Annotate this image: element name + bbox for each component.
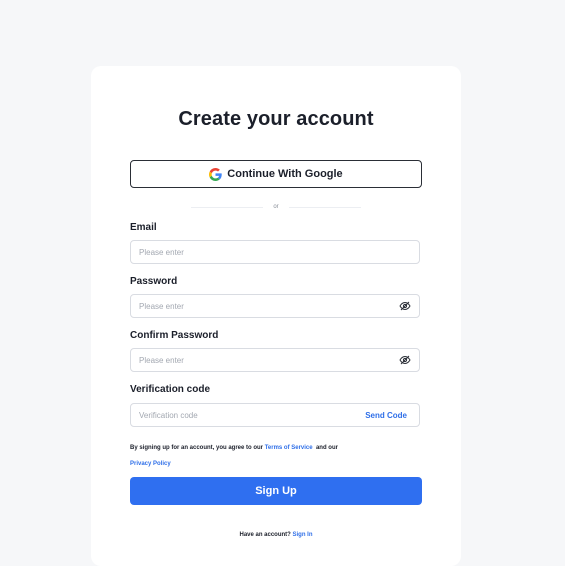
google-icon xyxy=(209,167,223,181)
privacy-policy-link[interactable]: Privacy Policy xyxy=(130,461,171,467)
email-field[interactable] xyxy=(131,241,419,263)
sign-up-button[interactable]: Sign Up xyxy=(130,477,422,505)
terms-agreement: By signing up for an account, you agree … xyxy=(130,440,420,472)
eye-off-icon[interactable] xyxy=(399,301,411,311)
continue-with-google-button[interactable]: Continue With Google xyxy=(130,160,422,188)
google-button-label: Continue With Google xyxy=(227,168,343,180)
terms-of-service-link[interactable]: Terms of Service xyxy=(265,445,313,451)
password-field-wrapper xyxy=(130,294,420,318)
email-field-wrapper xyxy=(130,240,420,264)
eye-off-icon[interactable] xyxy=(399,355,411,365)
confirm-password-field[interactable] xyxy=(131,349,399,371)
page-title: Create your account xyxy=(178,108,374,130)
confirm-password-label: Confirm Password xyxy=(130,330,219,341)
agreement-prefix: By signing up for an account, you agree … xyxy=(130,445,264,451)
divider-line-left xyxy=(191,206,264,208)
verification-code-field-wrapper: Send Code xyxy=(130,403,420,427)
divider-line-right xyxy=(288,206,361,208)
have-account-text: Have an account? xyxy=(239,532,291,538)
agreement-middle: and our xyxy=(315,445,338,451)
have-account-prompt: Have an account? Sign In xyxy=(91,532,461,538)
signup-card: Create your account Continue With Google… xyxy=(91,66,461,566)
sign-in-link[interactable]: Sign In xyxy=(293,532,313,538)
verification-code-field[interactable] xyxy=(131,404,366,426)
verification-code-label: Verification code xyxy=(130,384,211,395)
confirm-password-field-wrapper xyxy=(130,348,420,372)
or-divider: or xyxy=(191,202,361,212)
divider-text: or xyxy=(273,204,279,210)
password-field[interactable] xyxy=(131,295,399,317)
send-code-button[interactable]: Send Code xyxy=(365,411,407,420)
email-label: Email xyxy=(130,222,157,233)
password-label: Password xyxy=(130,276,178,287)
